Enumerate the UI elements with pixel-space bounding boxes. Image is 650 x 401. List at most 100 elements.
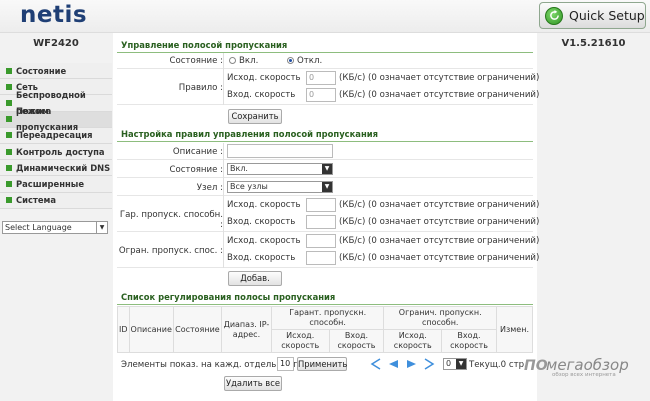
divider: [117, 141, 533, 142]
chevron-down-icon: ▼: [322, 164, 332, 174]
rule-state-value: Вкл.: [230, 164, 248, 173]
rules-section-title: Настройка правил управления полосой проп…: [121, 129, 378, 139]
first-page-icon[interactable]: [369, 358, 382, 370]
bullet-icon: [6, 132, 12, 139]
model-name: WF2420: [33, 38, 79, 49]
upload-label: Исход. скорость: [227, 73, 301, 83]
download-hint: (КБ/с) (0 означает отсутствие ограничени…: [339, 90, 540, 100]
add-button[interactable]: Добав.: [228, 271, 282, 286]
sidebar-item-advanced[interactable]: Расширенные: [0, 176, 112, 193]
last-page-icon[interactable]: [423, 358, 436, 370]
node-select[interactable]: Все узлы ▼: [227, 181, 333, 193]
refresh-icon: [545, 6, 563, 25]
bullet-icon: [6, 197, 12, 204]
limit-row: Огран. пропуск. спос. : Исход. скорость …: [117, 233, 539, 268]
guaranteed-download-input[interactable]: [306, 215, 336, 229]
bullet-icon: [6, 67, 12, 74]
guaranteed-download-hint: (КБ/с) (0 означает отсутствие ограничени…: [339, 217, 540, 227]
limit-download-label: Вход. скорость: [227, 253, 296, 263]
col-guaranteed-upload: Исход. скорость: [270, 329, 330, 353]
list-section-title: Список регулирования полосы пропускания: [121, 292, 336, 302]
apply-button[interactable]: Применить: [297, 357, 347, 371]
bullet-icon: [6, 83, 12, 90]
description-row: Описание :: [117, 143, 533, 160]
col-ip-range: Диапаз. IP-адрес.: [220, 306, 272, 353]
upload-hint: (КБ/с) (0 означает отсутствие ограничени…: [339, 73, 540, 83]
state-on-label: Вкл.: [239, 56, 259, 66]
guaranteed-upload-input[interactable]: [306, 198, 336, 212]
rule-label: Правило :: [178, 83, 223, 93]
col-guaranteed: Гарант. пропускн. способн.: [270, 306, 385, 330]
limit-label: Огран. пропуск. спос. :: [118, 246, 223, 256]
state-off-radio[interactable]: [287, 57, 294, 64]
sidebar-item-label: Расширенные: [16, 178, 85, 189]
bandwidth-section-title: Управление полосой пропускания: [121, 40, 288, 50]
upload-speed-input[interactable]: 0: [306, 71, 336, 85]
state-on-radio[interactable]: [229, 57, 236, 64]
description-input[interactable]: [227, 144, 333, 158]
limit-upload-hint: (КБ/с) (0 означает отсутствие ограничени…: [339, 236, 540, 246]
sidebar-item-bandwidth[interactable]: Полоса пропускания: [0, 106, 112, 132]
sidebar-item-access-control[interactable]: Контроль доступа: [0, 143, 112, 161]
limit-upload-input[interactable]: [306, 234, 336, 248]
next-page-icon[interactable]: [405, 358, 418, 370]
header-bar: netis Quick Setup: [0, 0, 650, 33]
rule-row: Правило : Исход. скорость 0 (КБ/с) (0 оз…: [117, 70, 539, 105]
sidebar-item-ddns[interactable]: Динамический DNS: [0, 160, 112, 177]
bullet-icon: [6, 164, 12, 171]
description-label: Описание :: [172, 147, 223, 157]
state-label: Состояние :: [169, 56, 223, 66]
download-label: Вход. скорость: [227, 90, 296, 100]
sidebar-item-status[interactable]: Состояние: [0, 63, 112, 80]
chevron-down-icon: ▼: [322, 182, 332, 192]
watermark-subtext: обзор всех интернета: [552, 372, 616, 378]
quick-setup-label: Quick Setup: [569, 8, 645, 23]
state-off-label: Откл.: [297, 56, 323, 66]
quick-setup-button[interactable]: Quick Setup: [539, 2, 646, 29]
sidebar-item-system[interactable]: Система: [0, 192, 112, 209]
bullet-icon: [6, 99, 12, 106]
chevron-down-icon: ▼: [96, 222, 107, 233]
sidebar-item-label: Переадресация: [16, 130, 93, 141]
guaranteed-upload-hint: (КБ/с) (0 означает отсутствие ограничени…: [339, 200, 540, 210]
col-guaranteed-download: Вход. скорость: [328, 329, 385, 353]
rule-state-select[interactable]: Вкл. ▼: [227, 163, 333, 175]
col-description: Описание: [128, 306, 174, 353]
limit-download-input[interactable]: [306, 251, 336, 265]
rule-state-row: Состояние : Вкл. ▼: [117, 161, 533, 178]
pager: Элементы показ. на кажд. отдельн. стр. 1…: [117, 357, 533, 373]
sidebar: Состояние Сеть Беспроводной режим Полоса…: [0, 63, 112, 209]
language-select[interactable]: Select Language ▼: [2, 221, 108, 234]
divider: [223, 143, 224, 268]
save-button[interactable]: Сохранить: [228, 109, 282, 124]
state-row: Состояние : Вкл. Откл.: [117, 53, 533, 69]
sidebar-item-label: Динамический DNS: [16, 162, 111, 173]
limit-upload-label: Исход. скорость: [227, 236, 301, 246]
watermark-logo: ПО: [524, 358, 548, 374]
download-speed-input[interactable]: 0: [306, 88, 336, 102]
sidebar-item-label: Состояние: [16, 65, 67, 76]
col-edit: Измен.: [496, 306, 533, 353]
firmware-version: V1.5.21610: [561, 38, 626, 49]
guaranteed-upload-label: Исход. скорость: [227, 200, 301, 210]
rule-state-label: Состояние :: [169, 165, 223, 175]
per-page-input[interactable]: 10: [277, 357, 294, 371]
limit-download-hint: (КБ/с) (0 означает отсутствие ограничени…: [339, 253, 540, 263]
watermark: ПО мегаобзор обзор всех интернета: [524, 356, 644, 382]
guaranteed-label: Гар. пропуск. способн. :: [119, 210, 223, 230]
col-id: ID: [117, 306, 130, 353]
bandwidth-rules-table: ID Описание Состояние Диапаз. IP-адрес. …: [117, 306, 533, 353]
col-state: Состояние: [172, 306, 222, 353]
bullet-icon: [6, 180, 12, 187]
page-select[interactable]: 0 ▼: [443, 358, 467, 370]
sidebar-item-label: Система: [16, 195, 57, 206]
delete-all-button[interactable]: Удалить все: [224, 376, 282, 391]
guaranteed-row: Гар. пропуск. способн. : Исход. скорость…: [117, 197, 539, 232]
node-value: Все узлы: [230, 182, 268, 191]
col-limit-download: Вход. скорость: [441, 329, 497, 353]
bullet-icon: [6, 148, 12, 155]
col-limit: Огранич. пропускн. способн.: [383, 306, 497, 330]
prev-page-icon[interactable]: [387, 358, 400, 370]
divider: [223, 53, 224, 105]
current-page-text: Текущ.0 стр.: [469, 360, 527, 370]
